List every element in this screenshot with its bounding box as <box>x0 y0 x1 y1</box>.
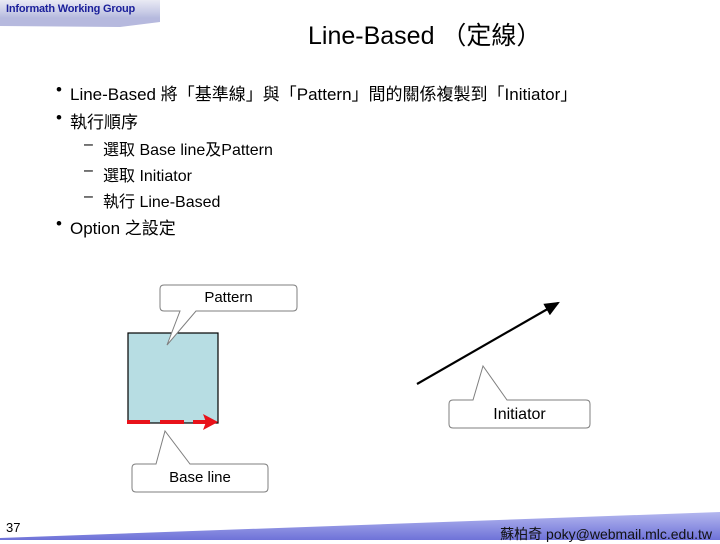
initiator-callout-label: Initiator <box>493 406 546 423</box>
footer-author: 蘇柏奇 poky@webmail.mlc.edu.tw <box>500 526 712 542</box>
pattern-square[interactable] <box>127 332 219 424</box>
pattern-callout-label: Pattern <box>204 289 253 306</box>
page-number: 37 <box>6 520 21 535</box>
base-line-callout-label: Base line <box>169 469 231 486</box>
diagram <box>0 284 720 540</box>
